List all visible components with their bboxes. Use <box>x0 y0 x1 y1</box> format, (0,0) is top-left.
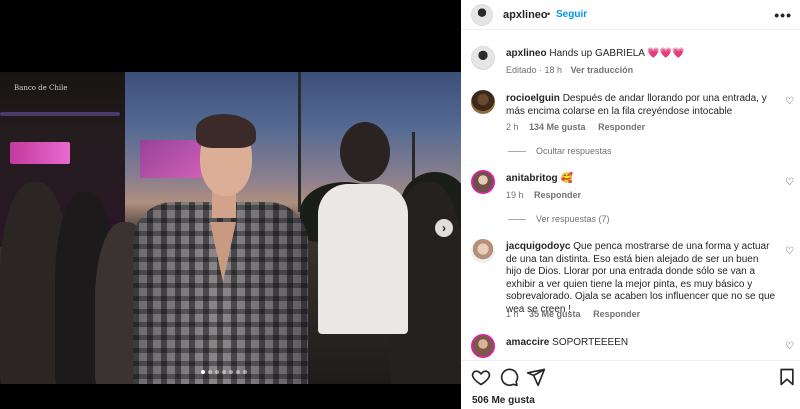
carousel-dot <box>243 370 247 374</box>
caption-username[interactable]: apxlineo <box>506 48 547 59</box>
comment-username[interactable]: rocioelguin <box>506 93 560 104</box>
comment-meta: 1 h 35 Me gusta Responder <box>506 309 640 319</box>
caption-edited: Editado · 18 h <box>506 65 563 75</box>
carousel-dots <box>201 370 247 374</box>
carousel-dot <box>229 370 233 374</box>
comment-likes[interactable]: 35 Me gusta <box>529 309 581 319</box>
bookmark-icon[interactable] <box>777 367 797 387</box>
carousel-dot <box>222 370 226 374</box>
comment: jacquigodoyc Que penca mostrarse de una … <box>506 241 776 316</box>
comment-username[interactable]: amaccire <box>506 337 549 348</box>
post-photo: Banco de Chile <box>0 72 461 384</box>
comment-username[interactable]: jacquigodoyc <box>506 241 570 252</box>
heart-icon[interactable]: ♡ <box>785 96 794 107</box>
reply-button[interactable]: Responder <box>593 309 640 319</box>
share-icon[interactable] <box>526 367 546 387</box>
follow-button[interactable]: Seguir <box>556 9 587 20</box>
caption-text: Hands up GABRIELA 💗💗💗 <box>549 48 685 59</box>
comment: amaccire SOPORTEEEEN <box>506 337 778 350</box>
post-header: apxlineo • Seguir ••• <box>461 0 800 30</box>
avatar[interactable] <box>471 46 495 70</box>
comment-time: 2 h <box>506 122 519 132</box>
more-options-icon[interactable]: ••• <box>774 7 792 23</box>
avatar[interactable] <box>471 90 495 114</box>
carousel-dot <box>201 370 205 374</box>
avatar[interactable] <box>471 170 495 194</box>
toggle-replies[interactable]: Ver respuestas (7) <box>508 214 610 224</box>
heart-icon[interactable]: ♡ <box>785 246 794 257</box>
chevron-right-icon[interactable]: › <box>435 219 453 237</box>
avatar[interactable] <box>471 4 493 26</box>
toggle-replies[interactable]: Ocultar respuestas <box>508 146 612 156</box>
separator: • <box>547 9 551 19</box>
comment-text: 🥰 <box>560 173 573 184</box>
bystander <box>318 184 408 334</box>
comment: anitabritog 🥰 <box>506 173 778 186</box>
comment-meta: 19 h Responder <box>506 190 581 200</box>
caption-meta: Editado · 18 h Ver traducción <box>506 65 633 75</box>
heart-icon[interactable]: ♡ <box>785 177 794 188</box>
carousel-dot <box>215 370 219 374</box>
comment-icon[interactable] <box>499 367 519 387</box>
comment: rocioelguin Después de andar llorando po… <box>506 93 778 118</box>
comment-meta: 2 h 134 Me gusta Responder <box>506 122 645 132</box>
action-bar: 506 Me gusta <box>461 360 800 409</box>
heart-icon[interactable] <box>471 367 491 387</box>
avatar[interactable] <box>471 239 495 263</box>
comment-text: Que penca mostrarse de una forma y actua… <box>506 241 776 315</box>
likes-count[interactable]: 506 Me gusta <box>472 395 535 406</box>
heart-icon[interactable]: ♡ <box>785 341 794 352</box>
post-side-panel: apxlineo • Seguir ••• apxlineo Hands up … <box>461 0 800 409</box>
comment-time: 19 h <box>506 190 524 200</box>
comment-likes[interactable]: 134 Me gusta <box>529 122 586 132</box>
username[interactable]: apxlineo <box>503 9 548 21</box>
avatar[interactable] <box>471 334 495 358</box>
comment-time: 1 h <box>506 309 519 319</box>
post-media: Banco de Chile › <box>0 0 461 409</box>
photo-overlay-text: Banco de Chile <box>14 84 68 92</box>
carousel-dot <box>208 370 212 374</box>
comment-username[interactable]: anitabritog <box>506 173 558 184</box>
caption: apxlineo Hands up GABRIELA 💗💗💗 <box>506 48 786 61</box>
carousel-dot <box>236 370 240 374</box>
comment-text: SOPORTEEEEN <box>552 337 629 348</box>
reply-button[interactable]: Responder <box>598 122 645 132</box>
translate-link[interactable]: Ver traducción <box>571 65 634 75</box>
reply-button[interactable]: Responder <box>534 190 581 200</box>
